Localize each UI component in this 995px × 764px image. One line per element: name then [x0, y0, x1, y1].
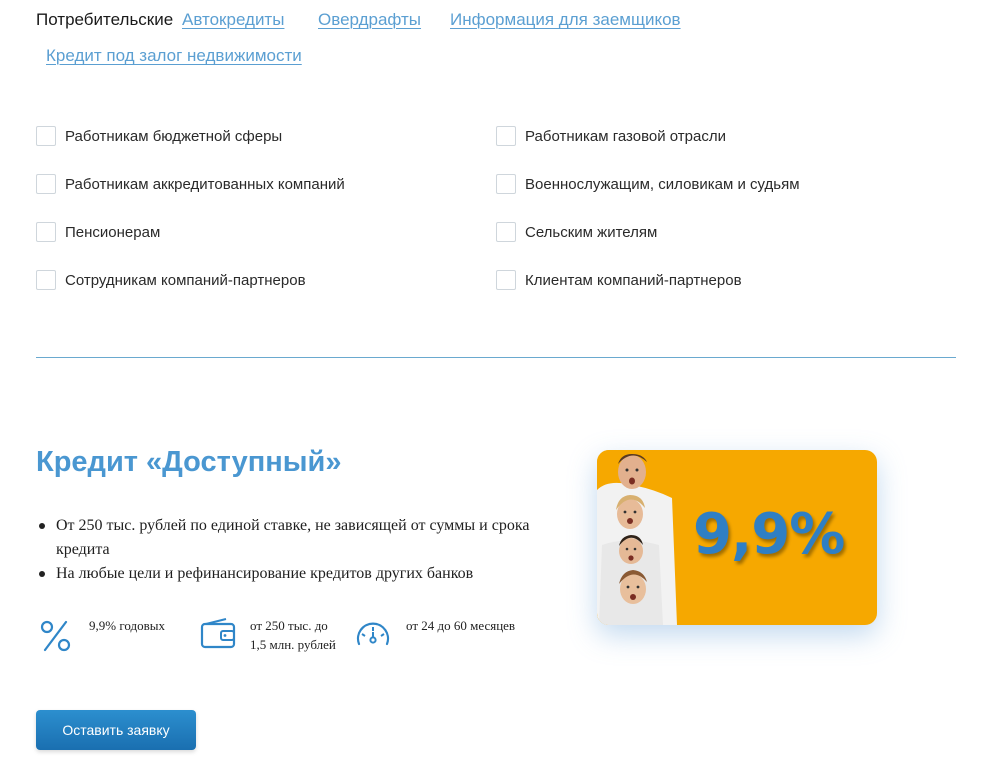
filter-label: Работникам бюджетной сферы	[65, 127, 283, 145]
checkbox[interactable]	[36, 174, 56, 194]
percent-icon	[40, 620, 71, 652]
filter-partner-clients[interactable]: Клиентам компаний-партнеров	[496, 270, 742, 290]
filter-military[interactable]: Военнослужащим, силовикам и судьям	[496, 174, 800, 194]
checkbox[interactable]	[496, 126, 516, 146]
checkbox[interactable]	[36, 270, 56, 290]
feature-amount: от 250 тыс. до 1,5 млн. рублей	[199, 616, 336, 656]
filter-gas-industry[interactable]: Работникам газовой отрасли	[496, 126, 726, 146]
offer-bullet: На любые цели и рефинансирование кредито…	[36, 562, 556, 586]
filter-label: Военнослужащим, силовикам и судьям	[525, 175, 800, 193]
feature-amount-line2: 1,5 млн. рублей	[250, 637, 336, 652]
speedometer-icon	[356, 622, 390, 646]
tab-consumer[interactable]: Потребительские	[36, 10, 173, 30]
filter-rural-residents[interactable]: Сельским жителям	[496, 222, 657, 242]
checkbox[interactable]	[496, 174, 516, 194]
offer-title: Кредит «Доступный»	[36, 446, 342, 478]
family-photo	[597, 450, 687, 625]
tab-auto-loans[interactable]: Автокредиты	[182, 10, 284, 30]
filter-label: Пенсионерам	[65, 223, 161, 241]
offer-bullets: От 250 тыс. рублей по единой ставке, не …	[36, 514, 556, 586]
section-divider	[36, 357, 956, 358]
feature-rate: 9,9% годовых	[36, 616, 165, 656]
filter-public-sector[interactable]: Работникам бюджетной сферы	[36, 126, 282, 146]
filter-partner-employees[interactable]: Сотрудникам компаний-партнеров	[36, 270, 306, 290]
tab-overdrafts[interactable]: Овердрафты	[318, 10, 421, 30]
feature-rate-text: 9,9% годовых	[89, 618, 165, 633]
checkbox[interactable]	[36, 126, 56, 146]
submit-application-button[interactable]: Оставить заявку	[36, 710, 196, 750]
checkbox[interactable]	[496, 270, 516, 290]
promo-card: 9,9%	[597, 450, 877, 625]
checkbox[interactable]	[496, 222, 516, 242]
filter-label: Клиентам компаний-партнеров	[525, 271, 742, 289]
feature-term: от 24 до 60 месяцев	[353, 616, 515, 656]
filter-label: Работникам газовой отрасли	[525, 127, 726, 145]
feature-amount-line1: от 250 тыс. до	[250, 618, 328, 633]
tab-borrower-info[interactable]: Информация для заемщиков	[450, 10, 681, 30]
filter-accredited-companies[interactable]: Работникам аккредитованных компаний	[36, 174, 345, 194]
promo-rate: 9,9%	[693, 502, 845, 567]
wallet-icon	[200, 618, 236, 649]
checkbox[interactable]	[36, 222, 56, 242]
feature-term-text: от 24 до 60 месяцев	[406, 618, 516, 633]
offer-bullet: От 250 тыс. рублей по единой ставке, не …	[36, 514, 556, 562]
filter-label: Сотрудникам компаний-партнеров	[65, 271, 306, 289]
filter-pensioners[interactable]: Пенсионерам	[36, 222, 160, 242]
filter-label: Работникам аккредитованных компаний	[65, 175, 345, 193]
tab-mortgage-secured[interactable]: Кредит под залог недвижимости	[46, 46, 302, 66]
filter-label: Сельским жителям	[525, 223, 658, 241]
